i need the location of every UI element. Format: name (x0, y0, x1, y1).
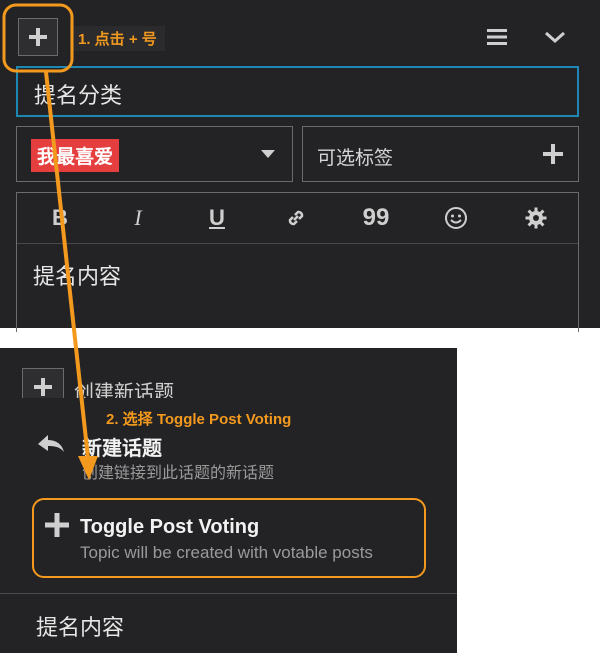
annotation-arrow (44, 71, 90, 459)
step-1-highlight (2, 3, 74, 73)
annotation-overlay (2, 3, 98, 480)
arrow-head (78, 456, 98, 480)
